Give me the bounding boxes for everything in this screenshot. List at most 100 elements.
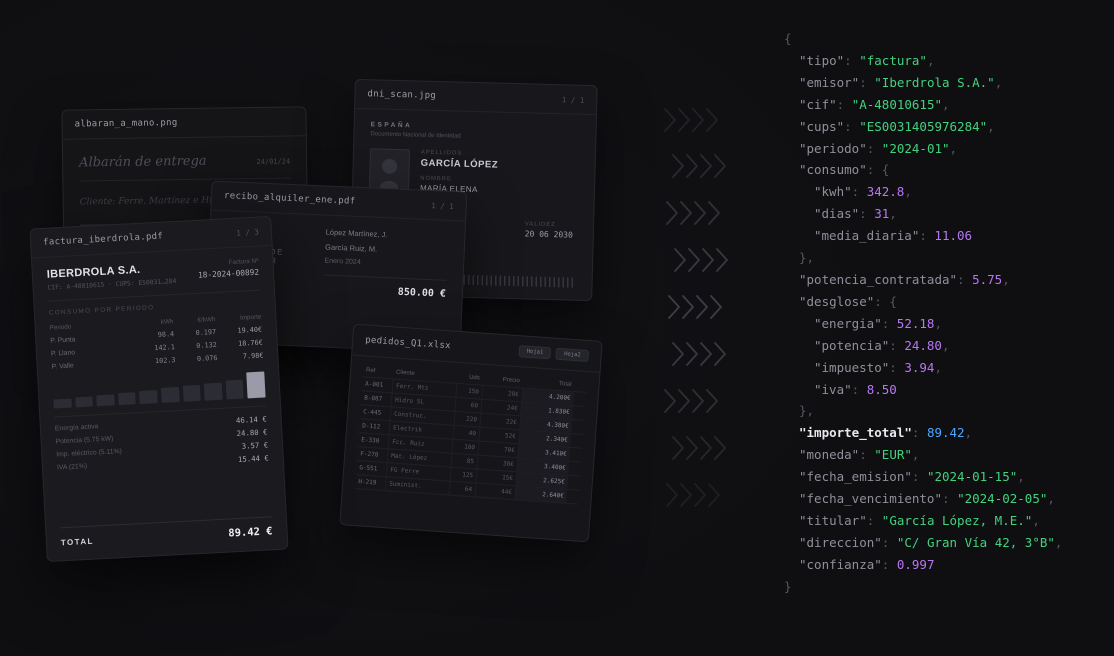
json-token: 11.06 [934, 228, 973, 244]
json-token: : [859, 206, 875, 222]
file-name: albaran_a_mano.png [74, 118, 178, 130]
json-token: "Iberdrola S.A." [874, 74, 995, 90]
json-token: "2024-02-05" [957, 491, 1048, 507]
uds-cell: 150 [455, 383, 483, 399]
json-line: }, [784, 247, 1062, 269]
json-token: 342.8 [866, 184, 905, 200]
precio-cell: 38€ [476, 455, 518, 472]
validity-value: 20 06 2030 [524, 229, 573, 240]
json-token: "A-48010615" [851, 96, 943, 112]
page-indicator: 1 / 1 [431, 200, 454, 211]
json-token: "titular" [799, 512, 867, 528]
json-token: "EUR" [874, 447, 912, 463]
factura-top-row: IBERDROLA S.A. CIF: A-48010615 · CUPS: E… [47, 258, 260, 292]
dni-doc-type: Documento Nacional de Identidad [370, 131, 461, 140]
total-row-value: 15.44 € [237, 453, 269, 464]
json-token: "C/ Gran Vía 42, 3°B" [896, 534, 1055, 550]
consumption-bar [74, 396, 94, 408]
json-line: "emisor": "Iberdrola S.A.", [784, 72, 1062, 94]
validity-block: VALIDEZ 20 06 2030 [525, 221, 574, 239]
importe-cell: 19.40€ [237, 325, 263, 335]
json-token: , [934, 359, 942, 375]
consumption-bar [53, 398, 72, 409]
json-line: }, [784, 400, 1062, 422]
ref-cell: E-330 [361, 436, 380, 445]
document-card-factura[interactable]: factura_iberdrola.pdf 1 / 3 IBERDROLA S.… [29, 215, 289, 563]
kwh-cell: 102.3 [154, 355, 176, 365]
json-token: "cif" [799, 96, 837, 112]
document-card-pedidos[interactable]: pedidos_Q1.xlsx Hoja1 Hoja2 Ref Cliente U… [339, 323, 603, 543]
col-header-precio: Precio [502, 376, 520, 384]
grand-total-row: TOTAL 89.42 € [60, 516, 273, 549]
flow-chevron-group [670, 153, 726, 184]
company-ids: CIF: A-48010615 · CUPS: ES0031…284 [47, 277, 177, 292]
json-token: 3.94 [904, 359, 935, 375]
recibo-period: Enero 2024 [324, 257, 361, 267]
sheet-tab[interactable]: Hoja2 [555, 347, 590, 363]
factura-totals: Energía activa 46.14 € Potencia (5.75 kW… [54, 405, 270, 476]
json-token: "media_diaria" [814, 228, 920, 244]
consumption-bar [246, 371, 266, 399]
json-token: , [994, 74, 1003, 90]
json-line: { [784, 28, 1062, 50]
flow-chevron-group [664, 482, 720, 513]
json-line: "potencia_contratada": 5.75, [784, 269, 1062, 291]
json-token: : [881, 315, 897, 331]
json-token: 0.997 [896, 556, 935, 572]
json-token: : [889, 359, 905, 375]
uds-cell: 100 [451, 439, 479, 455]
json-line: "moneda": "EUR", [784, 444, 1062, 466]
ref-cell: C-445 [362, 408, 382, 417]
ref-cell: G-551 [359, 464, 378, 473]
validity-label: VALIDEZ [524, 221, 556, 229]
json-token: "cups" [799, 118, 845, 134]
albaran-title: Albarán de entrega [79, 153, 207, 171]
total-row-value: 3.57 € [241, 440, 269, 451]
flow-chevron-group [664, 200, 720, 231]
json-token: 8.50 [866, 381, 897, 397]
chevron-icon [672, 342, 726, 366]
flow-chevron-group [672, 247, 728, 278]
consumption-bar [96, 394, 115, 407]
json-token: , [934, 315, 942, 331]
json-line: "periodo": "2024-01", [784, 138, 1062, 160]
chevron-icon [674, 248, 728, 272]
json-token: , [987, 118, 995, 134]
json-line: "kwh": 342.8, [784, 181, 1062, 203]
json-token: : [881, 534, 897, 550]
json-token: } [784, 578, 792, 594]
recibo-details: López Martínez, J. García Ruiz, M. Enero… [317, 227, 449, 300]
json-token: "2024-01-15" [926, 469, 1018, 485]
col-header-kwh: kWh [160, 317, 174, 326]
total-row-label: Potencia (5.75 kW) [55, 435, 114, 446]
col-header-uds: Uds [469, 374, 481, 381]
surname-value: GARCÍA LÓPEZ [420, 157, 499, 171]
sheet-tab[interactable]: Hoja1 [518, 345, 552, 360]
json-token: : [911, 469, 927, 485]
json-line: "desglose": { [784, 291, 1062, 313]
rate-cell: 0.197 [195, 327, 217, 337]
json-token: 89.42 [926, 425, 965, 441]
json-token: : [844, 118, 860, 134]
json-token: "factura" [859, 52, 927, 68]
json-token: : [866, 512, 882, 528]
file-name: recibo_alquiler_ene.pdf [223, 191, 356, 207]
json-token: "2024-01" [881, 140, 950, 156]
flow-chevron-group [662, 107, 718, 138]
uds-cell: 40 [452, 425, 480, 441]
consumption-bar [182, 384, 201, 402]
json-token: , [889, 206, 897, 222]
total-cell: 2.640€ [514, 486, 568, 503]
precio-cell: 70€ [477, 441, 519, 458]
precio-cell: 22€ [479, 413, 521, 430]
json-token: , [904, 184, 912, 200]
sheet-tabs: Hoja1 Hoja2 [513, 345, 590, 363]
page-indicator: 1 / 1 [561, 94, 585, 105]
chevron-icon [666, 201, 720, 225]
json-token: : [859, 74, 875, 90]
json-token: { [784, 31, 792, 46]
importe-cell: 18.76€ [237, 338, 263, 348]
consumption-bar [139, 390, 158, 405]
json-token: "consumo" [799, 162, 867, 178]
json-token: , [911, 447, 920, 463]
